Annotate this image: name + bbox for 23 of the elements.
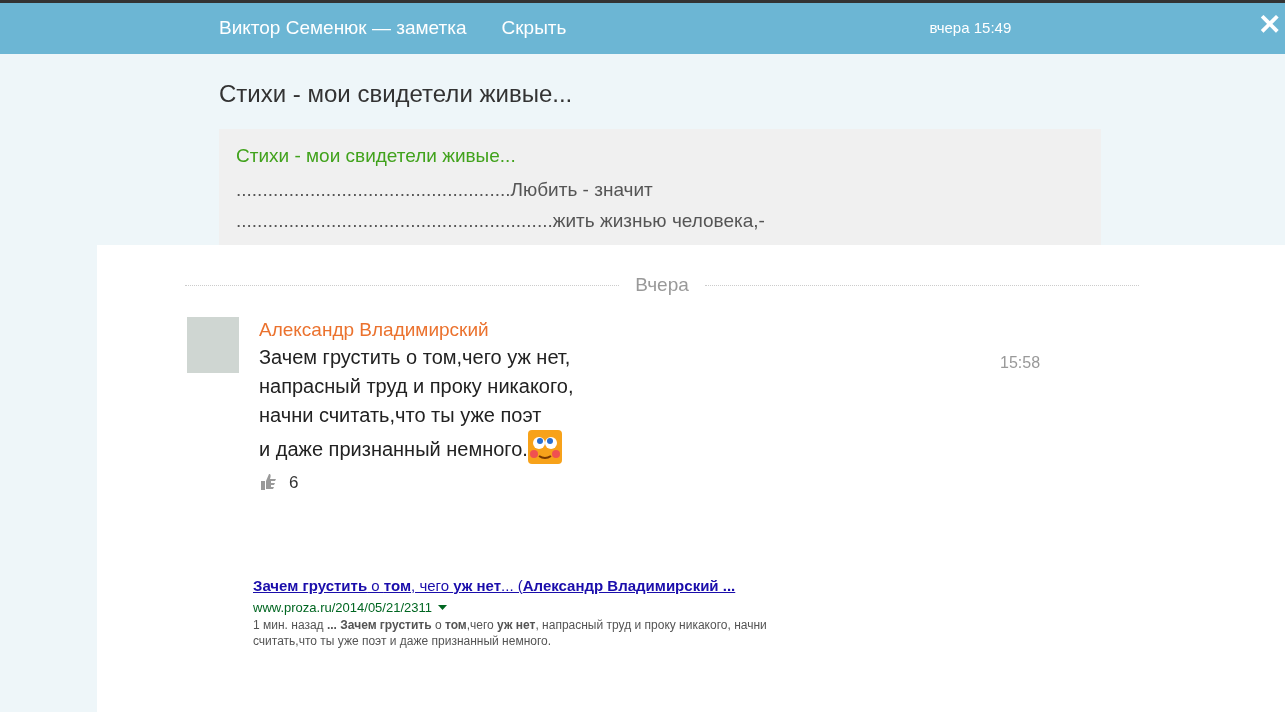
hide-link[interactable]: Скрыть [501,14,567,43]
note-card-title: Стихи - мои свидетели живые... [236,144,517,168]
comment-text-line: Зачем грустить о том,чего уж нет, [259,344,571,370]
close-button[interactable]: ✕ [1258,11,1281,39]
like-count: 6 [289,471,299,494]
note-heading: Стихи - мои свидетели живые... [219,79,574,109]
note-line: ....................................................Любить - значит [236,177,654,202]
thumbs-up-icon[interactable] [259,472,279,493]
search-result-link[interactable]: Зачем грустить о том, чего уж нет... (Александр Владимирский ... [253,575,793,598]
comment-text-line: и даже признанный немного. [259,436,528,462]
comment-time: 15:58 [1000,352,1041,373]
day-label: Вчера [635,273,689,297]
comment-text-line: напрасный труд и проку никакого, [259,373,574,399]
comment-author[interactable]: Александр Владимирский [259,316,1000,343]
comment-text-line: начни считать,что ты уже поэт [259,402,542,428]
avatar-photo-placeholder [187,316,239,373]
search-result-url: www.proza.ru/2014/05/21/2311 [253,598,432,617]
note-time: вчера 15:49 [929,18,1012,39]
window-title: Виктор Семенюк — заметка [219,16,467,41]
dropdown-arrow-icon[interactable] [438,604,447,610]
note-line: ............................................................жить жизнью человека,- [236,208,766,233]
search-result-snippet: 1 мин. назад ... Зачем грустить о том,чего уж нет, напрасный труд и проку никакого, начни считать,что ты уже поэт и даже признанный немного. [253,617,768,649]
smiley-icon [527,429,562,464]
